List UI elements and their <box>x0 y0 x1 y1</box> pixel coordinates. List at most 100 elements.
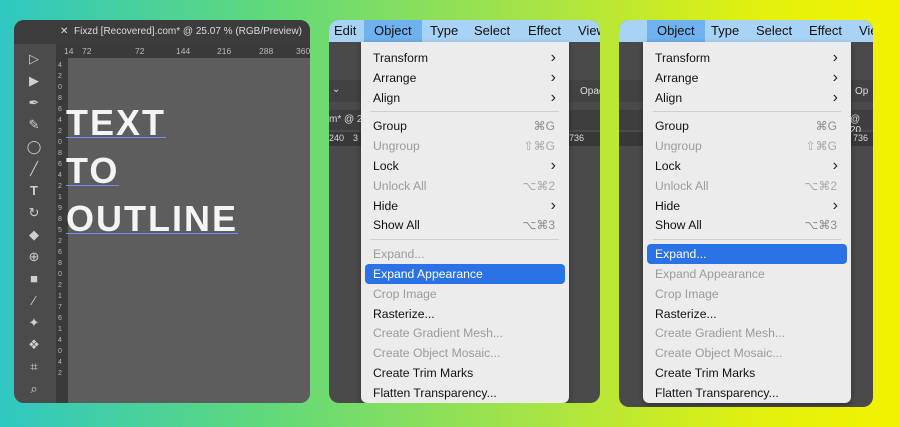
object-dropdown-menu: Transform › Arrange › Align › Group ⌘G Ungroup ⇧⌘… <box>361 42 569 403</box>
chevron-right-icon: › <box>832 196 838 214</box>
menu-item-shortcut: ⇧⌘G <box>523 139 555 154</box>
paintbrush-tool-icon[interactable]: ╱ <box>23 160 45 178</box>
menu-item-hide[interactable]: Hide › <box>643 196 851 216</box>
menu-item-create-object-mosaic: Create Object Mosaic... <box>361 343 569 363</box>
ruler-mark: 72 <box>135 46 145 56</box>
chevron-right-icon: › <box>550 68 556 86</box>
menu-item-show-all[interactable]: Show All ⌥⌘3 <box>643 215 851 235</box>
menu-type[interactable]: Type <box>430 20 458 42</box>
menu-item-rasterize[interactable]: Rasterize... <box>643 304 851 324</box>
menu-select[interactable]: Select <box>474 20 510 42</box>
menu-effect[interactable]: Effect <box>528 20 561 42</box>
menu-effect[interactable]: Effect <box>809 20 842 42</box>
ruler-mark: 4 <box>58 337 62 344</box>
menu-view[interactable]: View <box>859 20 873 42</box>
menu-item-label: Crop Image <box>373 286 437 301</box>
menu-object[interactable]: Object <box>647 20 705 42</box>
menu-view[interactable]: View <box>578 20 600 42</box>
chevron-right-icon: › <box>550 157 556 174</box>
symbol-sprayer-tool-icon[interactable]: ❖ <box>23 336 45 354</box>
menu-item-flatten-transparency[interactable]: Flatten Transparency... <box>643 383 851 403</box>
menu-item-show-all[interactable]: Show All ⌥⌘3 <box>361 215 569 235</box>
menu-item-create-trim-marks[interactable]: Create Trim Marks <box>643 363 851 383</box>
menu-item-rasterize[interactable]: Rasterize... <box>361 304 569 324</box>
menu-item-lock[interactable]: Lock › <box>643 156 851 176</box>
menu-item-create-gradient-mesh: Create Gradient Mesh... <box>643 323 851 343</box>
ruler-mark: 4 <box>58 172 62 179</box>
ruler-mark: 2 <box>58 128 62 135</box>
menu-item-flatten-transparency[interactable]: Flatten Transparency... <box>361 383 569 403</box>
menu-item-label: Ungroup <box>655 139 702 154</box>
menu-item-lock[interactable]: Lock › <box>361 156 569 176</box>
menu-item-create-gradient-mesh: Create Gradient Mesh... <box>361 323 569 343</box>
tools-panel: ▷ ▶ ✒ ✎ ◯ ╱ T ↻ ◆ ⊕ ■ ⁄ ✦ ❖ ⌗ ⌕ <box>14 44 57 403</box>
menu-item-expand-appearance[interactable]: Expand Appearance <box>365 264 565 284</box>
menu-item-group[interactable]: Group ⌘G <box>361 116 569 136</box>
menu-edit[interactable]: Edit <box>334 20 356 42</box>
menu-item-label: Rasterize... <box>655 306 717 321</box>
menu-object[interactable]: Object <box>364 20 422 42</box>
ruler-mark: 2 <box>58 183 62 190</box>
menu-item-transform[interactable]: Transform › <box>361 48 569 68</box>
dropdown-chevron-icon[interactable]: ⌄ <box>332 84 340 95</box>
close-icon[interactable]: ✕ <box>60 20 74 44</box>
ruler-mark: 4 <box>58 117 62 124</box>
menu-separator <box>371 111 559 113</box>
menu-item-label: Crop Image <box>655 286 719 301</box>
menu-item-expand[interactable]: Expand... <box>647 244 847 265</box>
menu-item-align[interactable]: Align › <box>643 88 851 108</box>
selection-tool-icon[interactable]: ▷ <box>23 50 45 68</box>
eyedropper-tool-icon[interactable]: ⁄ <box>23 292 45 310</box>
menu-item-label: Show All <box>373 218 420 233</box>
canvas-text-line[interactable]: OUTLINE <box>66 200 238 238</box>
ruler-mark: 0 <box>58 84 62 91</box>
canvas-text-line[interactable]: TO <box>66 152 120 190</box>
menu-item-label: Group <box>373 119 407 134</box>
menu-item-arrange[interactable]: Arrange › <box>643 68 851 88</box>
artboard-tool-icon[interactable]: ⌗ <box>23 358 45 376</box>
menu-item-align[interactable]: Align › <box>361 88 569 108</box>
gradient-tool-icon[interactable]: ■ <box>23 270 45 288</box>
type-tool-icon[interactable]: T <box>23 182 45 200</box>
ruler-mark: 5 <box>58 227 62 234</box>
menu-item-create-trim-marks[interactable]: Create Trim Marks <box>361 363 569 383</box>
shape-builder-tool-icon[interactable]: ⊕ <box>23 248 45 266</box>
menu-item-group[interactable]: Group ⌘G <box>643 116 851 136</box>
ruler-mark: 8 <box>58 260 62 267</box>
ruler-mark: 240 <box>329 133 345 143</box>
menu-select[interactable]: Select <box>756 20 792 42</box>
menu-item-shortcut: ⇧⌘G <box>805 139 837 154</box>
menu-type[interactable]: Type <box>711 20 739 42</box>
direct-selection-tool-icon[interactable]: ▶ <box>23 72 45 90</box>
zoom-tool-icon[interactable]: ⌕ <box>23 380 45 398</box>
curvature-tool-icon[interactable]: ✎ <box>23 116 45 134</box>
pen-tool-icon[interactable]: ✒ <box>23 94 45 112</box>
ruler-mark: 1 <box>58 194 62 201</box>
menu-item-label: Ungroup <box>373 139 420 154</box>
ruler-mark: 3 <box>353 133 359 143</box>
menu-item-label: Expand... <box>373 247 425 262</box>
menu-item-arrange[interactable]: Arrange › <box>361 68 569 88</box>
ruler-mark: 8 <box>58 216 62 223</box>
canvas-panel: ✕ Fixzd [Recovered].com* @ 25.07 % (RGB/P… <box>14 20 310 403</box>
menu-item-ungroup: Ungroup ⇧⌘G <box>361 136 569 156</box>
chevron-right-icon: › <box>550 49 556 66</box>
menu-item-label: Flatten Transparency... <box>373 385 497 400</box>
menu-item-label: Expand Appearance <box>655 267 765 281</box>
chevron-right-icon: › <box>832 157 838 174</box>
document-tab[interactable]: ✕ Fixzd [Recovered].com* @ 25.07 % (RGB/P… <box>14 20 310 44</box>
menu-item-label: Create Trim Marks <box>655 366 756 380</box>
ruler-mark: 144 <box>176 46 191 56</box>
canvas-text-line[interactable]: TEXT <box>66 104 167 142</box>
eraser-tool-icon[interactable]: ◆ <box>23 226 45 244</box>
menu-item-unlock-all: Unlock All ⌥⌘2 <box>361 176 569 196</box>
menu-item-expand-appearance: Expand Appearance <box>643 264 851 284</box>
ellipse-tool-icon[interactable]: ◯ <box>23 138 45 156</box>
menu-item-hide[interactable]: Hide › <box>361 196 569 216</box>
menu-item-label: Create Gradient Mesh... <box>373 326 504 341</box>
rotate-tool-icon[interactable]: ↻ <box>23 204 45 222</box>
ruler-mark: 2 <box>58 282 62 289</box>
menu-item-transform[interactable]: Transform › <box>643 48 851 68</box>
puppet-warp-tool-icon[interactable]: ✦ <box>23 314 45 332</box>
menu-item-label: Arrange <box>373 70 417 85</box>
